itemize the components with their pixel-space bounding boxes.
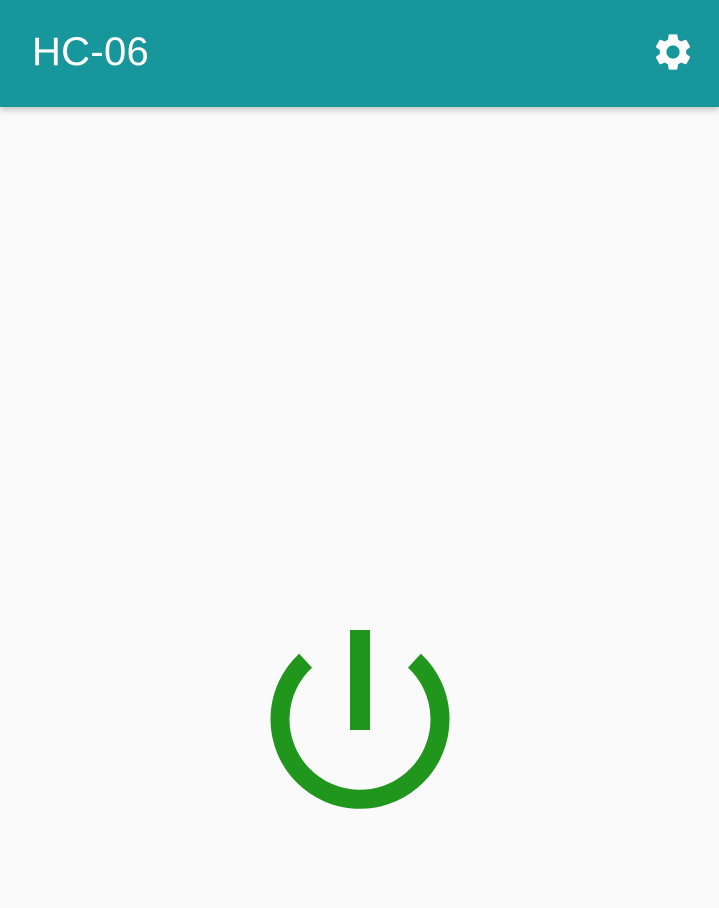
app-window: HC-06: [0, 0, 719, 908]
power-button[interactable]: [264, 626, 456, 818]
app-toolbar: HC-06: [0, 0, 719, 107]
power-icon: [264, 626, 456, 818]
gear-icon: [651, 30, 695, 74]
settings-button[interactable]: [645, 24, 701, 80]
main-content: [0, 107, 719, 908]
device-title: HC-06: [32, 30, 150, 74]
